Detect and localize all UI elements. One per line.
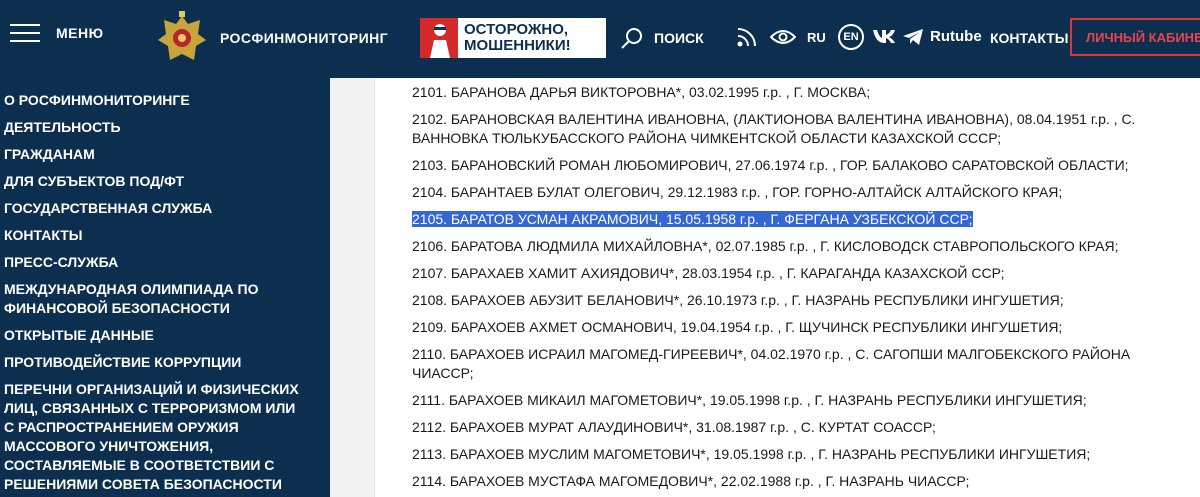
list-item-text: 2102. БАРАНОВСКАЯ ВАЛЕНТИНА ИВАНОВНА, (Л… [412, 111, 1136, 146]
list-item: 2109. БАРАХОЕВ АХМЕТ ОСМАНОВИЧ, 19.04.19… [412, 318, 1200, 337]
list-item: 2107. БАРАХАЕВ ХАМИТ АХИЯДОВИЧ*, 28.03.1… [412, 264, 1200, 283]
sidebar-item-terror-lists[interactable]: ПЕРЕЧНИ ОРГАНИЗАЦИЙ И ФИЗИЧЕСКИХ ЛИЦ, СВ… [0, 376, 330, 497]
sidebar-item-subjects[interactable]: ДЛЯ СУБЪЕКТОВ ПОД/ФТ [0, 168, 330, 195]
rutube-link[interactable]: Rutube [930, 28, 982, 45]
list-item: 2114. БАРАХОЕВ МУСТАФА МАГОМЕДОВИЧ*, 22.… [412, 472, 1200, 491]
lang-ru[interactable]: RU [807, 30, 826, 45]
list-item-text: 2101. БАРАНОВА ДАРЬЯ ВИКТОРОВНА*, 03.02.… [412, 84, 871, 100]
sidebar-item-anticorruption[interactable]: ПРОТИВОДЕЙСТВИЕ КОРРУПЦИИ [0, 349, 330, 376]
sidebar-nav: О РОСФИНМОНИТОРИНГЕ ДЕЯТЕЛЬНОСТЬ ГРАЖДАН… [0, 78, 330, 497]
sidebar-item-olympiad[interactable]: МЕЖДУНАРОДНАЯ ОЛИМПИАДА ПО ФИНАНСОВОЙ БЕ… [0, 276, 330, 322]
lang-en[interactable]: EN [838, 24, 864, 50]
eye-icon[interactable] [770, 28, 796, 46]
list-item-text: 2104. БАРАНТАЕВ БУЛАТ ОЛЕГОВИЧ, 29.12.19… [412, 184, 1063, 200]
telegram-icon[interactable] [902, 28, 924, 46]
sidebar-item-about[interactable]: О РОСФИНМОНИТОРИНГЕ [0, 87, 330, 114]
fraud-warning-banner[interactable]: ОСТОРОЖНО, МОШЕННИКИ! [420, 18, 606, 58]
contacts-link[interactable]: КОНТАКТЫ [990, 30, 1068, 46]
emblem-icon[interactable] [154, 10, 210, 68]
list-item: 2102. БАРАНОВСКАЯ ВАЛЕНТИНА ИВАНОВНА, (Л… [412, 110, 1200, 148]
list-item: 2110. БАРАХОЕВ ИСРАИЛ МАГОМЕД-ГИРЕЕВИЧ*,… [412, 345, 1200, 383]
persons-list: 2101. БАРАНОВА ДАРЬЯ ВИКТОРОВНА*, 03.02.… [375, 78, 1200, 497]
menu-label: МЕНЮ [56, 25, 104, 41]
list-item: 2106. БАРАТОВА ЛЮДМИЛА МИХАЙЛОВНА*, 02.0… [412, 237, 1200, 256]
list-item-text: 2103. БАРАНОВСКИЙ РОМАН ЛЮБОМИРОВИЧ, 27.… [412, 157, 1129, 173]
banner-line-1: ОСТОРОЖНО, [464, 21, 569, 38]
list-item: 2113. БАРАХОЕВ МУСЛИМ МАГОМЕТОВИЧ*, 19.0… [412, 445, 1200, 464]
list-item: 2108. БАРАХОЕВ АБУЗИТ БЕЛАНОВИЧ*, 26.10.… [412, 291, 1200, 310]
list-item-text: 2106. БАРАТОВА ЛЮДМИЛА МИХАЙЛОВНА*, 02.0… [412, 238, 1119, 254]
list-item-text: 2113. БАРАХОЕВ МУСЛИМ МАГОМЕТОВИЧ*, 19.0… [412, 446, 1091, 462]
list-item: 2103. БАРАНОВСКИЙ РОМАН ЛЮБОМИРОВИЧ, 27.… [412, 156, 1200, 175]
site-header: МЕНЮ РОСФИНМОНИТОРИНГ ОСТОРОЖНО, МОШЕННИ… [0, 0, 1200, 78]
list-item-selected: 2105. БАРАТОВ УСМАН АКРАМОВИЧ, 15.05.195… [412, 210, 1200, 229]
search-label: ПОИСК [654, 30, 704, 46]
brand-name[interactable]: РОСФИНМОНИТОРИНГ [220, 30, 388, 46]
list-item-text: 2111. БАРАХОЕВ МИКАИЛ МАГОМЕТОВИЧ*, 19.0… [412, 392, 1087, 408]
rss-icon[interactable] [736, 24, 760, 48]
list-item: 2112. БАРАХОЕВ МУРАТ АЛАУДИНОВИЧ*, 31.08… [412, 418, 1200, 437]
menu-icon [10, 22, 40, 44]
list-item-text: 2110. БАРАХОЕВ ИСРАИЛ МАГОМЕД-ГИРЕЕВИЧ*,… [412, 346, 1131, 381]
list-item-text: 2107. БАРАХАЕВ ХАМИТ АХИЯДОВИЧ*, 28.03.1… [412, 265, 1005, 281]
list-item-text: 2114. БАРАХОЕВ МУСТАФА МАГОМЕДОВИЧ*, 22.… [412, 473, 970, 489]
list-item-text: 2112. БАРАХОЕВ МУРАТ АЛАУДИНОВИЧ*, 31.08… [412, 419, 936, 435]
search-icon [621, 28, 642, 49]
list-item: 2111. БАРАХОЕВ МИКАИЛ МАГОМЕТОВИЧ*, 19.0… [412, 391, 1200, 410]
sidebar-item-press[interactable]: ПРЕСС-СЛУЖБА [0, 249, 330, 276]
list-item: 2104. БАРАНТАЕВ БУЛАТ ОЛЕГОВИЧ, 29.12.19… [412, 183, 1200, 202]
list-item-text: 2108. БАРАХОЕВ АБУЗИТ БЕЛАНОВИЧ*, 26.10.… [412, 292, 1064, 308]
sidebar-item-civil-service[interactable]: ГОСУДАРСТВЕННАЯ СЛУЖБА [0, 195, 330, 222]
sidebar-item-open-data[interactable]: ОТКРЫТЫЕ ДАННЫЕ [0, 322, 330, 349]
warning-figure-icon [420, 18, 458, 58]
sidebar-item-activity[interactable]: ДЕЯТЕЛЬНОСТЬ [0, 114, 330, 141]
sidebar-item-contacts[interactable]: КОНТАКТЫ [0, 222, 330, 249]
search-button[interactable]: ПОИСК [620, 26, 704, 50]
personal-cabinet-button[interactable]: ЛИЧНЫЙ КАБИНЕТ [1070, 18, 1200, 56]
menu-button[interactable]: МЕНЮ [10, 22, 104, 44]
list-item-text: 2105. БАРАТОВ УСМАН АКРАМОВИЧ, 15.05.195… [412, 211, 973, 227]
list-item-text: 2109. БАРАХОЕВ АХМЕТ ОСМАНОВИЧ, 19.04.19… [412, 319, 1063, 335]
list-item: 2101. БАРАНОВА ДАРЬЯ ВИКТОРОВНА*, 03.02.… [412, 83, 1200, 102]
content-gutter [330, 78, 375, 497]
banner-line-2: МОШЕННИКИ! [464, 37, 571, 54]
sidebar-item-citizens[interactable]: ГРАЖДАНАМ [0, 141, 330, 168]
vk-icon[interactable] [872, 28, 896, 44]
